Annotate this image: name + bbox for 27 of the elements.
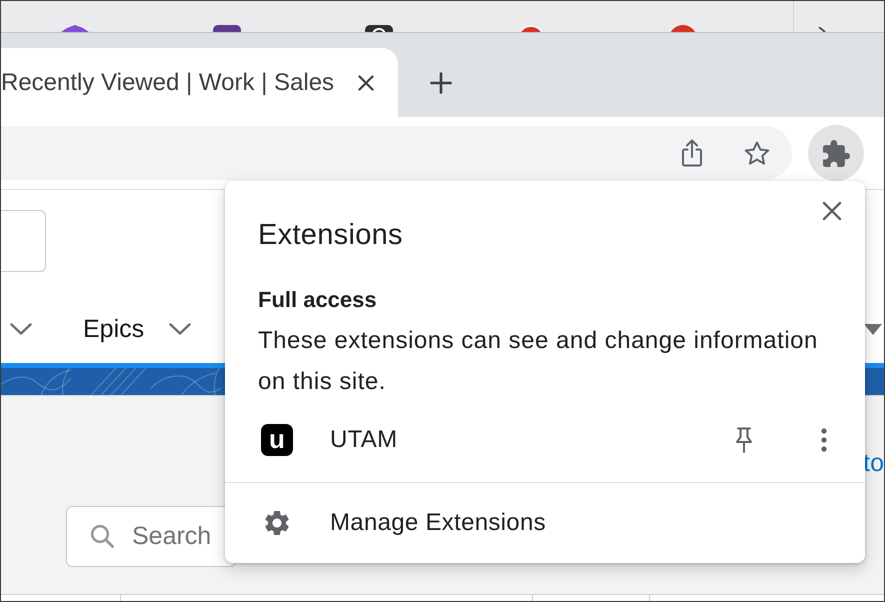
share-icon [680,139,704,167]
chevron-icon[interactable] [818,27,826,32]
search-icon [90,524,114,548]
section-description: These extensions can see and change information on this site. [258,326,819,397]
gear-icon [264,510,290,536]
nav-item[interactable]: Epics [83,314,192,344]
star-icon [744,140,770,166]
section-title: Full access [258,286,377,314]
close-icon [822,201,842,221]
share-button[interactable] [680,139,704,167]
tile-icon[interactable] [365,25,393,32]
extension-name[interactable]: UTAM [330,426,398,454]
tile-icon[interactable] [213,25,241,32]
chevron-icon[interactable] [10,323,32,335]
browser-tab[interactable]: Recently Viewed | Work | Sales [1,48,398,117]
search-field[interactable]: Search [66,506,236,567]
text-link[interactable]: to [863,448,884,478]
caret-icon[interactable] [864,324,882,334]
input-field[interactable] [1,210,46,272]
menu-icon [821,428,827,452]
plus-icon [430,72,452,94]
popup-title: Extensions [258,218,403,253]
bookmark-button[interactable] [744,140,770,166]
extension-logo: u [261,424,293,456]
chevron-icon[interactable] [169,323,192,335]
puzzle-icon [822,140,850,166]
close-icon [358,74,374,90]
